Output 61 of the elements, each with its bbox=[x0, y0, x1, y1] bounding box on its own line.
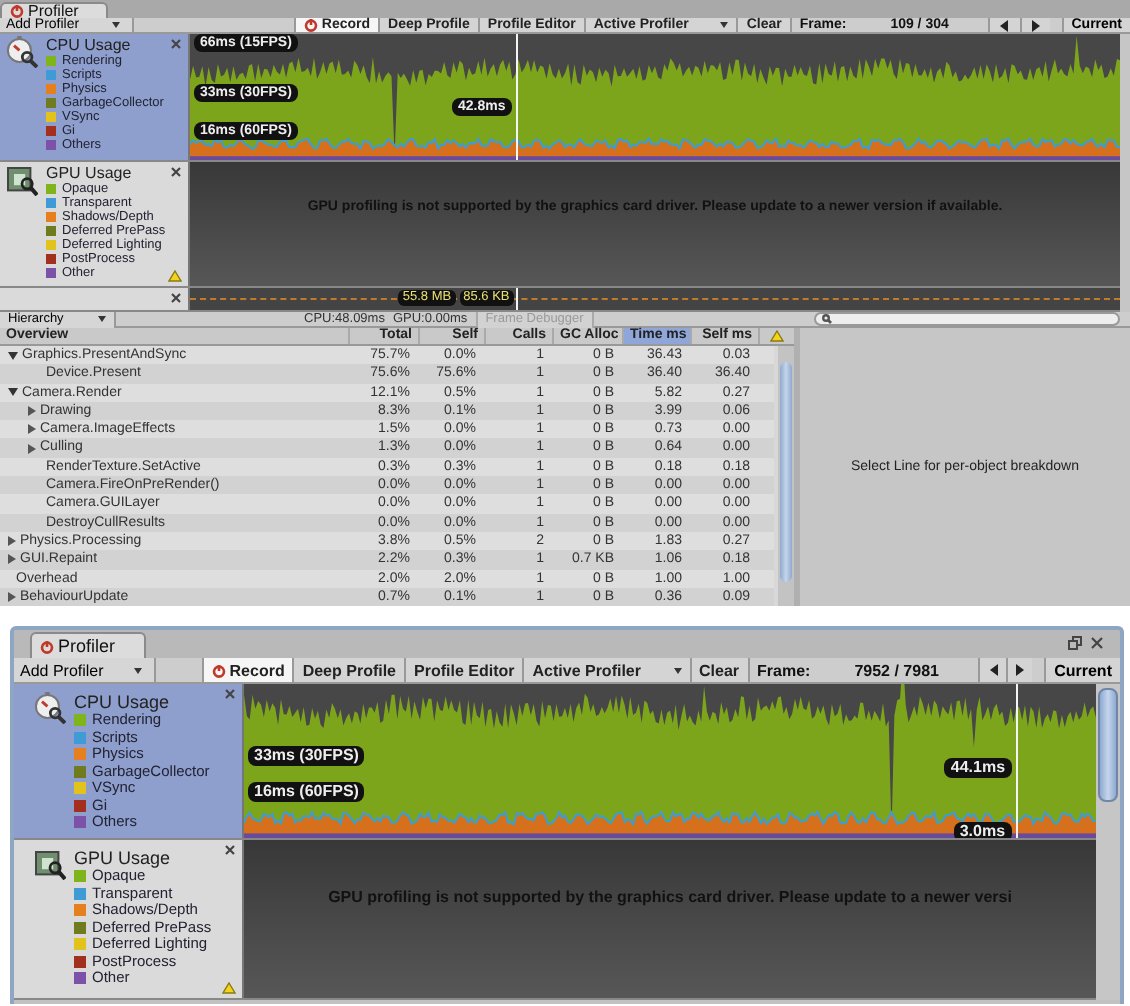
area-title: GPU Usage bbox=[74, 848, 173, 868]
restore-icon[interactable] bbox=[1068, 636, 1082, 650]
disclosure-triangle-icon[interactable] bbox=[28, 406, 36, 417]
right-arrow-icon bbox=[1031, 19, 1040, 31]
area-title: CPU Usage bbox=[74, 692, 172, 712]
disclosure-triangle-icon[interactable] bbox=[8, 536, 16, 547]
caret-icon bbox=[673, 667, 681, 673]
next-frame-button[interactable] bbox=[1005, 658, 1033, 682]
record-icon bbox=[211, 663, 226, 677]
disclosure-triangle-icon[interactable] bbox=[28, 424, 36, 435]
close-icon[interactable] bbox=[170, 38, 182, 50]
toolbar-button[interactable]: Clear bbox=[691, 658, 750, 682]
toolbar-button[interactable]: Profile Editor bbox=[406, 658, 525, 682]
add-profiler-dropdown[interactable]: Add Profiler bbox=[14, 658, 156, 682]
profiler-tab[interactable]: Profiler bbox=[30, 632, 146, 658]
disclosure-triangle-icon[interactable] bbox=[8, 388, 18, 397]
previous-frame-button[interactable] bbox=[988, 18, 1020, 32]
stopwatch-magnifier-icon bbox=[34, 692, 66, 724]
left-arrow-icon bbox=[1000, 19, 1009, 31]
selection-line[interactable] bbox=[515, 34, 518, 160]
area-title: GPU Usage bbox=[46, 164, 134, 182]
active-profiler-dropdown[interactable]: Active Profiler bbox=[524, 658, 691, 682]
scrollbar[interactable] bbox=[1096, 684, 1120, 1000]
disclosure-triangle-icon[interactable] bbox=[8, 351, 18, 360]
scrollbar[interactable] bbox=[1120, 34, 1130, 312]
fps-marker-label: 16ms (60FPS) bbox=[248, 782, 365, 803]
current-frame-button[interactable]: Current bbox=[1044, 658, 1120, 682]
record-icon bbox=[303, 18, 318, 32]
caret-icon bbox=[111, 22, 120, 28]
caret-icon bbox=[720, 22, 729, 28]
disclosure-triangle-icon[interactable] bbox=[28, 443, 36, 454]
close-icon[interactable] bbox=[224, 844, 236, 856]
record-icon bbox=[10, 4, 24, 18]
profiler-tab[interactable]: Profiler bbox=[0, 2, 109, 18]
frame-number: 7952 / 7981 bbox=[852, 659, 941, 682]
caret-icon bbox=[133, 667, 142, 673]
record-icon bbox=[40, 639, 54, 653]
area-title: CPU Usage bbox=[46, 36, 133, 54]
previous-frame-button[interactable] bbox=[978, 658, 1006, 682]
close-icon[interactable] bbox=[224, 688, 236, 700]
close-icon[interactable] bbox=[170, 292, 182, 304]
disclosure-triangle-icon[interactable] bbox=[8, 554, 16, 565]
right-arrow-icon bbox=[1015, 664, 1024, 676]
toolbar-button[interactable]: Deep Profile bbox=[294, 658, 407, 682]
left-arrow-icon bbox=[989, 664, 998, 676]
record-button[interactable]: Record bbox=[203, 658, 295, 682]
scrollbar[interactable] bbox=[778, 346, 794, 606]
close-icon[interactable] bbox=[1090, 636, 1104, 650]
next-frame-button[interactable] bbox=[1019, 18, 1050, 32]
disclosure-triangle-icon[interactable] bbox=[8, 592, 16, 602]
caret-icon bbox=[98, 316, 106, 322]
stopwatch-magnifier-icon bbox=[6, 36, 38, 68]
frame-label: Frame: bbox=[755, 659, 813, 682]
selection-line[interactable] bbox=[1015, 684, 1018, 838]
search-icon bbox=[822, 314, 832, 324]
selection-line[interactable] bbox=[515, 288, 518, 310]
frame-time-reading: 3.0ms bbox=[953, 822, 1012, 838]
search-field[interactable] bbox=[814, 312, 1120, 326]
chip-magnifier-icon bbox=[6, 164, 38, 196]
chip-magnifier-icon bbox=[34, 848, 66, 880]
close-icon[interactable] bbox=[170, 166, 182, 178]
